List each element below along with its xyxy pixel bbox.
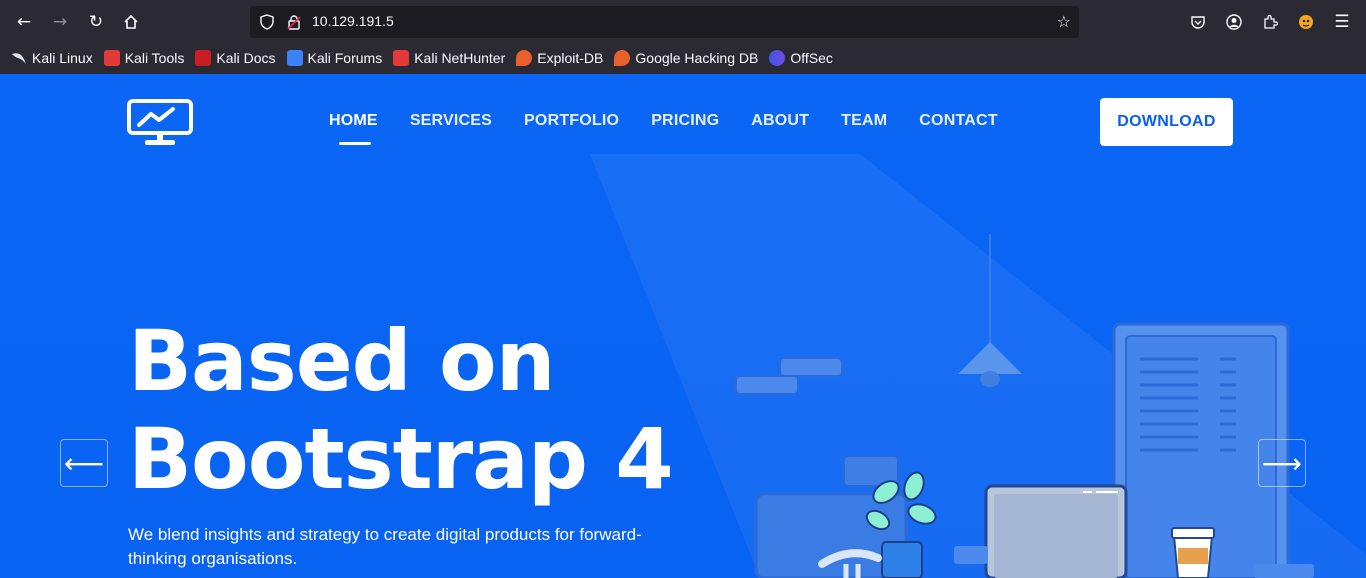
account-icon[interactable]: [1222, 10, 1246, 34]
bookmark-kali-docs[interactable]: Kali Docs: [195, 50, 276, 66]
back-arrow-icon[interactable]: ←: [12, 10, 36, 34]
bookmark-kali-tools[interactable]: Kali Tools: [103, 50, 185, 66]
forward-arrow-icon[interactable]: →: [48, 10, 72, 34]
bookmark-label: Exploit-DB: [537, 50, 604, 66]
extension-fox-icon[interactable]: [1294, 10, 1318, 34]
bookmark-label: Kali Linux: [32, 50, 93, 66]
reload-icon[interactable]: ↻: [84, 10, 108, 34]
carousel-next-button[interactable]: ⟶: [1258, 439, 1306, 487]
kali-docs-icon: [195, 50, 212, 66]
kali-nethunter-icon: [393, 50, 410, 66]
browser-chrome: ← → ↻ 10.129.191.5 ☆ ☰ Kali Linux Kali T…: [0, 0, 1366, 74]
nav-contact[interactable]: CONTACT: [919, 112, 997, 130]
pocket-icon[interactable]: [1186, 10, 1210, 34]
bookmark-star-icon[interactable]: ☆: [1057, 12, 1071, 31]
bookmarks-toolbar: Kali Linux Kali Tools Kali Docs Kali For…: [0, 44, 1366, 72]
hero-title-line1: Based on: [128, 312, 556, 410]
nav-pricing[interactable]: PRICING: [651, 112, 719, 130]
bookmark-label: Kali Forums: [307, 50, 383, 66]
bookmark-kali-nethunter[interactable]: Kali NetHunter: [393, 50, 505, 66]
site-logo-monitor-icon[interactable]: [127, 99, 193, 147]
exploit-db-icon: [516, 50, 533, 66]
nav-home[interactable]: HOME: [329, 112, 378, 145]
bookmark-exploit-db[interactable]: Exploit-DB: [516, 50, 603, 66]
hero-illustration: [735, 234, 1314, 578]
nav-team[interactable]: TEAM: [841, 112, 887, 130]
arrow-left-icon: ⟵: [63, 446, 105, 480]
bookmark-google-hacking-db[interactable]: Google Hacking DB: [614, 50, 758, 66]
browser-toolbar: ← → ↻ 10.129.191.5 ☆ ☰: [0, 0, 1366, 44]
address-bar[interactable]: 10.129.191.5 ☆: [250, 6, 1079, 38]
url-text[interactable]: 10.129.191.5: [312, 13, 394, 29]
hero-subtitle: We blend insights and strategy to create…: [128, 525, 642, 568]
download-button[interactable]: DOWNLOAD: [1100, 98, 1233, 146]
ghdb-icon: [614, 50, 631, 66]
insecure-lock-icon[interactable]: [286, 14, 302, 30]
bookmark-label: Kali Tools: [124, 50, 185, 66]
main-nav: HOME SERVICES PORTFOLIO PRICING ABOUT TE…: [329, 112, 1030, 145]
bookmark-kali-linux[interactable]: Kali Linux: [11, 50, 93, 66]
hero-title-line2: Bootstrap 4: [128, 410, 674, 508]
bookmark-offsec[interactable]: OffSec: [769, 50, 833, 66]
web-page: HOME SERVICES PORTFOLIO PRICING ABOUT TE…: [0, 74, 1366, 578]
nav-services[interactable]: SERVICES: [410, 112, 492, 130]
bookmark-label: Kali NetHunter: [414, 50, 506, 66]
bookmark-kali-forums[interactable]: Kali Forums: [286, 50, 383, 66]
nav-portfolio[interactable]: PORTFOLIO: [524, 112, 619, 130]
bookmark-label: OffSec: [790, 50, 833, 66]
nav-about[interactable]: ABOUT: [751, 112, 809, 130]
home-icon[interactable]: [119, 10, 143, 34]
extensions-icon[interactable]: [1258, 10, 1282, 34]
menu-icon[interactable]: ☰: [1330, 10, 1354, 34]
kali-forums-icon: [286, 50, 303, 66]
bookmark-label: Kali Docs: [216, 50, 276, 66]
arrow-right-icon: ⟶: [1261, 446, 1303, 480]
bookmark-label: Google Hacking DB: [635, 50, 759, 66]
offsec-icon: [769, 50, 786, 66]
hero-title: Based on Bootstrap 4: [128, 312, 728, 508]
tracking-shield-icon[interactable]: [259, 14, 275, 30]
kali-tools-icon: [103, 50, 120, 66]
carousel-prev-button[interactable]: ⟵: [60, 439, 108, 487]
kali-dragon-icon: [11, 50, 27, 66]
